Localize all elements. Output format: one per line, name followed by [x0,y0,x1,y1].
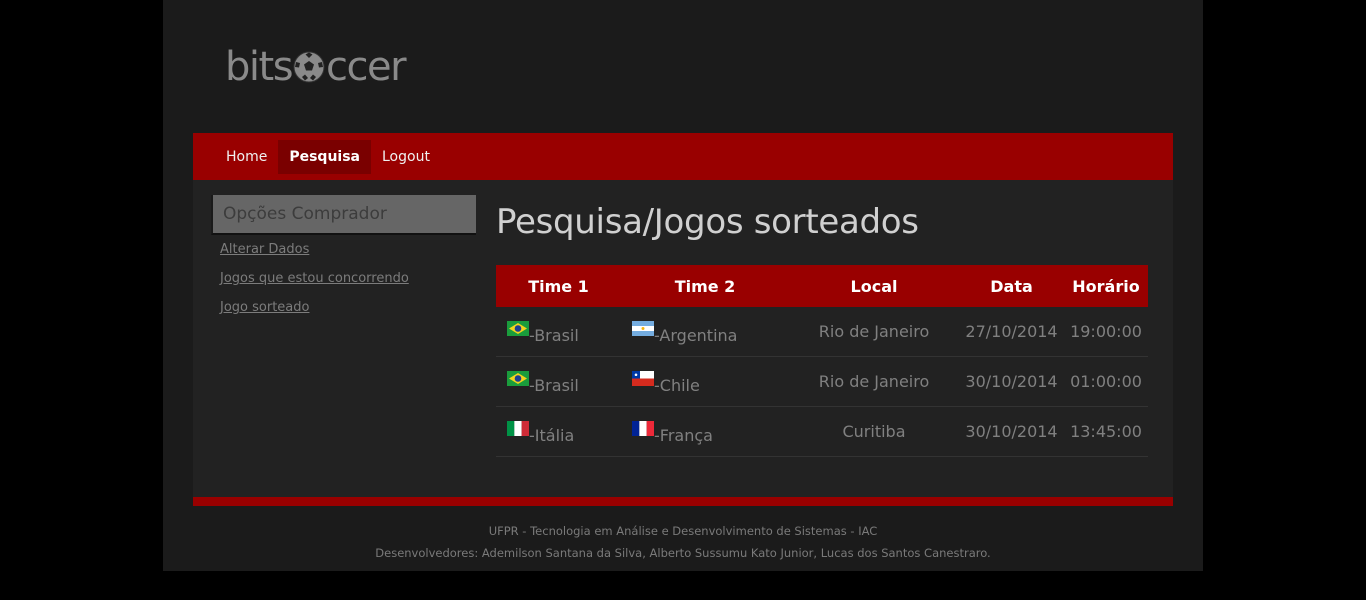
team2-name: -Chile [654,376,700,395]
horario-cell: 01:00:00 [1064,356,1148,407]
soccer-ball-icon [293,51,325,83]
horario-cell: 19:00:00 [1064,307,1148,357]
france-flag-icon [632,421,654,436]
site-logo[interactable]: bits ccer [225,42,407,92]
page: bits ccer Home Pesquisa Logout Opções Co… [163,0,1203,571]
logo-text-end: ccer [326,44,407,90]
local-cell: Rio de Janeiro [789,356,959,407]
local-cell: Curitiba [789,406,959,457]
horario-cell: 13:45:00 [1064,406,1148,457]
local-cell: Rio de Janeiro [789,307,959,357]
italy-flag-icon [507,421,529,436]
column-header-local: Local [789,265,959,307]
column-header-time2: Time 2 [621,265,789,307]
team1-name: -Brasil [529,376,579,395]
nav-home[interactable]: Home [215,140,278,174]
data-cell: 30/10/2014 [959,406,1064,457]
chile-flag-icon [632,371,654,386]
table-row: -Brasil -Chile Rio de Janeiro 30/10/2014… [496,356,1148,407]
table-row: -Brasil -Argentina Rio de Janeiro 27/10/… [496,307,1148,357]
logo-text-start: bits [225,44,294,90]
sidebar: Opções Comprador Alterar Dados Jogos que… [211,195,476,328]
team2-name: -França [654,426,713,445]
argentina-flag-icon [632,321,654,336]
column-header-data: Data [959,265,1064,307]
team2-name: -Argentina [654,326,738,345]
brazil-flag-icon [507,371,529,386]
sidebar-link-alterar-dados[interactable]: Alterar Dados [220,241,476,259]
table-header-row: Time 1 Time 2 Local Data Horário [496,265,1148,307]
nav-logout[interactable]: Logout [371,140,441,174]
footer-line-developers: Desenvolvedores: Ademilson Santana da Si… [375,546,991,560]
team1-cell: -Itália [496,406,621,457]
main-nav: Home Pesquisa Logout [193,133,1173,180]
content-area: Opções Comprador Alterar Dados Jogos que… [193,180,1173,497]
main-content: Pesquisa/Jogos sorteados Time 1 Time 2 L… [496,200,1148,457]
team1-cell: -Brasil [496,356,621,407]
brazil-flag-icon [507,321,529,336]
sidebar-links: Alterar Dados Jogos que estou concorrend… [211,241,476,317]
team1-name: -Itália [529,426,575,445]
column-header-horario: Horário [1064,265,1148,307]
footer: UFPR - Tecnologia em Análise e Desenvolv… [163,520,1203,564]
data-cell: 27/10/2014 [959,307,1064,357]
team1-cell: -Brasil [496,307,621,357]
games-table: Time 1 Time 2 Local Data Horário -Brasil [496,265,1148,457]
table-row: -Itália -França Curitiba 30/10/2014 13:4… [496,406,1148,457]
team2-cell: -Argentina [621,307,789,357]
page-title: Pesquisa/Jogos sorteados [496,202,919,242]
nav-pesquisa[interactable]: Pesquisa [278,139,371,174]
sidebar-link-jogos-concorrendo[interactable]: Jogos que estou concorrendo [220,270,476,288]
team2-cell: -França [621,406,789,457]
bottom-accent-bar [193,497,1173,506]
footer-line-institution: UFPR - Tecnologia em Análise e Desenvolv… [488,524,878,538]
sidebar-title: Opções Comprador [211,195,476,235]
team2-cell: -Chile [621,356,789,407]
column-header-time1: Time 1 [496,265,621,307]
data-cell: 30/10/2014 [959,356,1064,407]
team1-name: -Brasil [529,326,579,345]
sidebar-link-jogo-sorteado[interactable]: Jogo sorteado [220,299,476,317]
